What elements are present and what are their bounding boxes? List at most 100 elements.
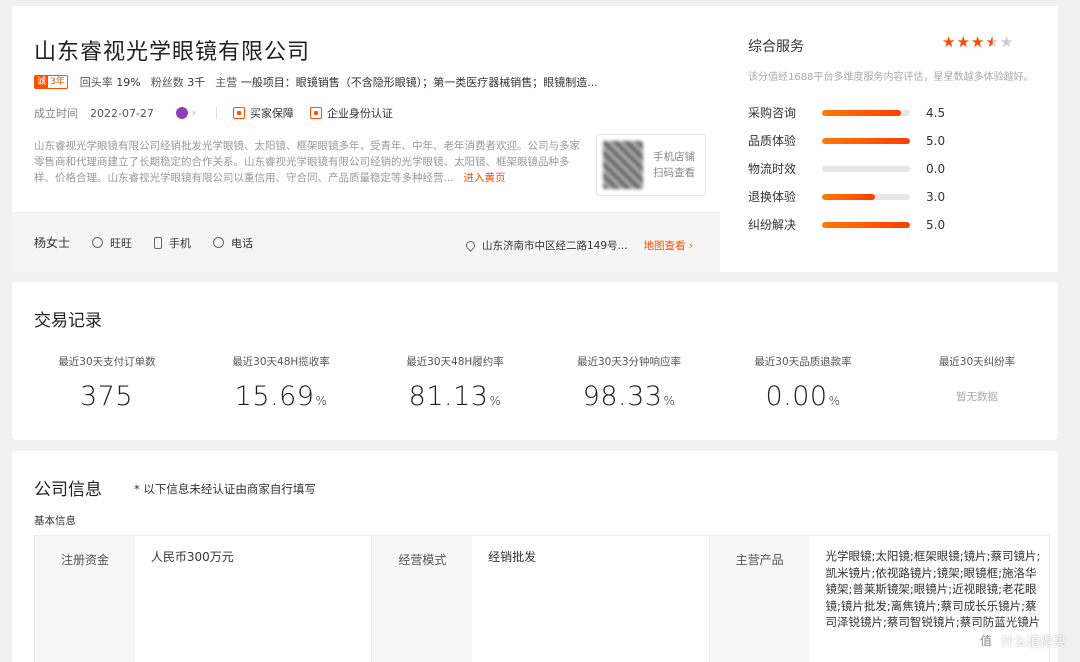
star-empty-icon: ★ — [999, 33, 1015, 51]
score-value: 5.0 — [926, 217, 946, 232]
score-label: 物流时效 — [748, 162, 797, 176]
trust-badge-icon: 诚 — [35, 75, 49, 89]
score-bar-fill — [822, 109, 902, 116]
table-header-cell: 注册资金 — [35, 536, 135, 662]
stat-item: 最近30天支付订单数 375 — [20, 354, 194, 412]
stat-label: 最近30天3分钟响应率 — [576, 356, 682, 368]
service-panel: 综合服务 ★ ★ ★ ★ ★ 该分值经1688平台多维度服务内容评估，星星数越多… — [730, 6, 1058, 272]
company-card: 山东睿视光学眼镜有限公司 诚 3年 回头率 19% 粉丝数 3千 主营 一般项目… — [12, 6, 1058, 272]
mobile-icon — [154, 236, 163, 249]
chevron-right-icon[interactable]: › — [192, 108, 196, 119]
info-disclaimer: * 以下信息未经认证由商家自行填写 — [134, 482, 316, 496]
divider — [215, 107, 217, 119]
phone-icon — [213, 237, 225, 248]
score-value: 3.0 — [926, 189, 946, 204]
company-meta-row-2: 成立时间 2022-07-27 › 买家保障 企业身份认证 — [34, 105, 409, 121]
score-row: 品质体验 5.0 — [748, 132, 945, 149]
phone-button[interactable]: 电话 — [213, 235, 253, 251]
score-bar — [822, 109, 910, 116]
trust-badge-years: 3年 — [50, 77, 65, 87]
table-header-cell: 经营模式 — [372, 536, 473, 662]
table-value-cell: 人民币300万元 — [135, 536, 373, 662]
stat-item: 最近30天48H履约率 81.13% — [368, 354, 542, 412]
stat-label: 最近30天48H履约率 — [406, 356, 504, 368]
stat-item: 最近30天48H揽收率 15.69% — [194, 354, 368, 412]
founded-date: 2022-07-27 — [90, 106, 154, 120]
watermark-text: 什么值得买 — [1000, 634, 1066, 650]
score-label: 采购咨询 — [748, 106, 797, 120]
score-bar-fill — [822, 137, 910, 144]
score-row: 采购咨询 4.5 — [748, 104, 945, 121]
company-summary: 山东睿视光学眼镜有限公司 诚 3年 回头率 19% 粉丝数 3千 主营 一般项目… — [12, 6, 720, 272]
chat-icon — [92, 237, 104, 248]
contact-bar: 杨女士 旺旺 手机 电话 山东济南市中区经二路149号... 地图查看 › — [12, 212, 720, 272]
location-pin-icon — [464, 239, 477, 252]
stat-value: 0.00% — [765, 381, 841, 412]
trade-record-card: 交易记录 最近30天支付订单数 375 最近30天48H揽收率 15.69% 最… — [12, 282, 1058, 440]
company-meta-row: 诚 3年 回头率 19% 粉丝数 3千 主营 一般项目：眼镜销售（不含隐形眼镜）… — [34, 74, 608, 90]
stat-empty: 暂无数据 — [956, 391, 998, 403]
section-title: 公司信息 — [34, 480, 102, 500]
stat-value: 81.13% — [408, 381, 502, 412]
score-label: 品质体验 — [748, 134, 797, 148]
identity-verification-link[interactable]: 企业身份认证 — [327, 105, 393, 121]
info-table: 注册资金 人民币300万元 经营模式 经销批发 主营产品 光学眼镜;太阳镜;框架… — [34, 535, 1050, 662]
company-name[interactable]: 山东睿视光学眼镜有限公司 — [34, 34, 310, 66]
table-header-cell: 主营产品 — [709, 536, 810, 662]
score-row: 物流时效 0.0 — [748, 160, 945, 177]
star-icon: ★ — [970, 33, 986, 51]
stat-item: 最近30天纠纷率 暂无数据 — [890, 354, 1064, 404]
score-label: 退换体验 — [748, 190, 797, 204]
score-value: 4.5 — [926, 105, 946, 120]
map-view-link[interactable]: 地图查看 › — [644, 238, 694, 253]
return-rate: 回头率 19% — [79, 76, 141, 89]
score-value: 5.0 — [926, 133, 946, 148]
stat-item: 最近30天品质退款率 0.00% — [716, 354, 890, 412]
star-icon: ★ — [956, 33, 971, 51]
stat-value: 375 — [79, 381, 134, 412]
watermark-logo-icon: 值 — [975, 630, 996, 650]
company-description: 山东睿视光学眼镜有限公司经销批发光学眼镜、太阳镜、框架眼镜多年，受青年、中年、老… — [34, 140, 580, 184]
star-rating: ★ ★ ★ ★ ★ — [942, 33, 1014, 51]
qr-code-image — [603, 141, 643, 189]
score-value: 0.0 — [926, 161, 946, 176]
table-value-cell: 经销批发 — [472, 536, 710, 662]
stat-item: 最近30天3分钟响应率 98.33% — [542, 354, 716, 412]
basic-info-label: 基本信息 — [34, 515, 76, 527]
stat-value: 98.33% — [582, 381, 676, 412]
star-half-icon: ★ — [985, 33, 1000, 51]
wangwang-button[interactable]: 旺旺 — [92, 235, 132, 251]
main-business: 主营 一般项目：眼镜销售（不含隐形眼镜）；第一类医疗器械销售；眼镜制造... — [215, 76, 598, 89]
trust-badge: 诚 3年 — [34, 75, 68, 89]
score-bar — [822, 165, 910, 172]
service-title: 综合服务 — [748, 39, 804, 55]
score-bar — [822, 137, 910, 144]
score-row: 退换体验 3.0 — [748, 188, 945, 205]
founded-label: 成立时间 — [34, 107, 78, 120]
score-bar-fill — [822, 193, 875, 200]
company-info-card: 公司信息 * 以下信息未经认证由商家自行填写 基本信息 注册资金 人民币300万… — [12, 451, 1058, 662]
address: 山东济南市中区经二路149号... 地图查看 › — [464, 238, 694, 253]
mobile-shop-qr[interactable]: 手机店铺扫码查看 — [596, 134, 706, 196]
score-bar — [822, 193, 910, 200]
score-row: 纠纷解决 5.0 — [748, 216, 945, 233]
stat-label: 最近30天纠纷率 — [938, 356, 1016, 368]
qr-code-caption: 手机店铺扫码查看 — [653, 151, 695, 179]
score-bar — [822, 221, 910, 228]
stat-label: 最近30天支付订单数 — [58, 356, 156, 368]
mobile-button[interactable]: 手机 — [154, 235, 191, 251]
service-note: 该分值经1688平台多维度服务内容评估，星星数越多体验越好。 — [748, 72, 1034, 83]
address-text: 山东济南市中区经二路149号... — [482, 240, 628, 252]
site-watermark: 值 什么值得买 — [975, 630, 1066, 650]
star-icon: ★ — [942, 33, 957, 51]
enter-yellow-pages-link[interactable]: 进入黄页 — [464, 172, 506, 184]
stat-value: 15.69% — [234, 381, 328, 412]
buyer-guarantee-link[interactable]: 买家保障 — [250, 105, 294, 121]
section-title: 交易记录 — [34, 311, 102, 331]
score-bar-fill — [822, 221, 910, 228]
contact-name: 杨女士 — [34, 236, 71, 250]
brand-icon[interactable] — [175, 107, 188, 119]
guarantee-icon — [232, 107, 245, 119]
stat-label: 最近30天品质退款率 — [754, 356, 852, 368]
stat-label: 最近30天48H揽收率 — [232, 356, 330, 368]
